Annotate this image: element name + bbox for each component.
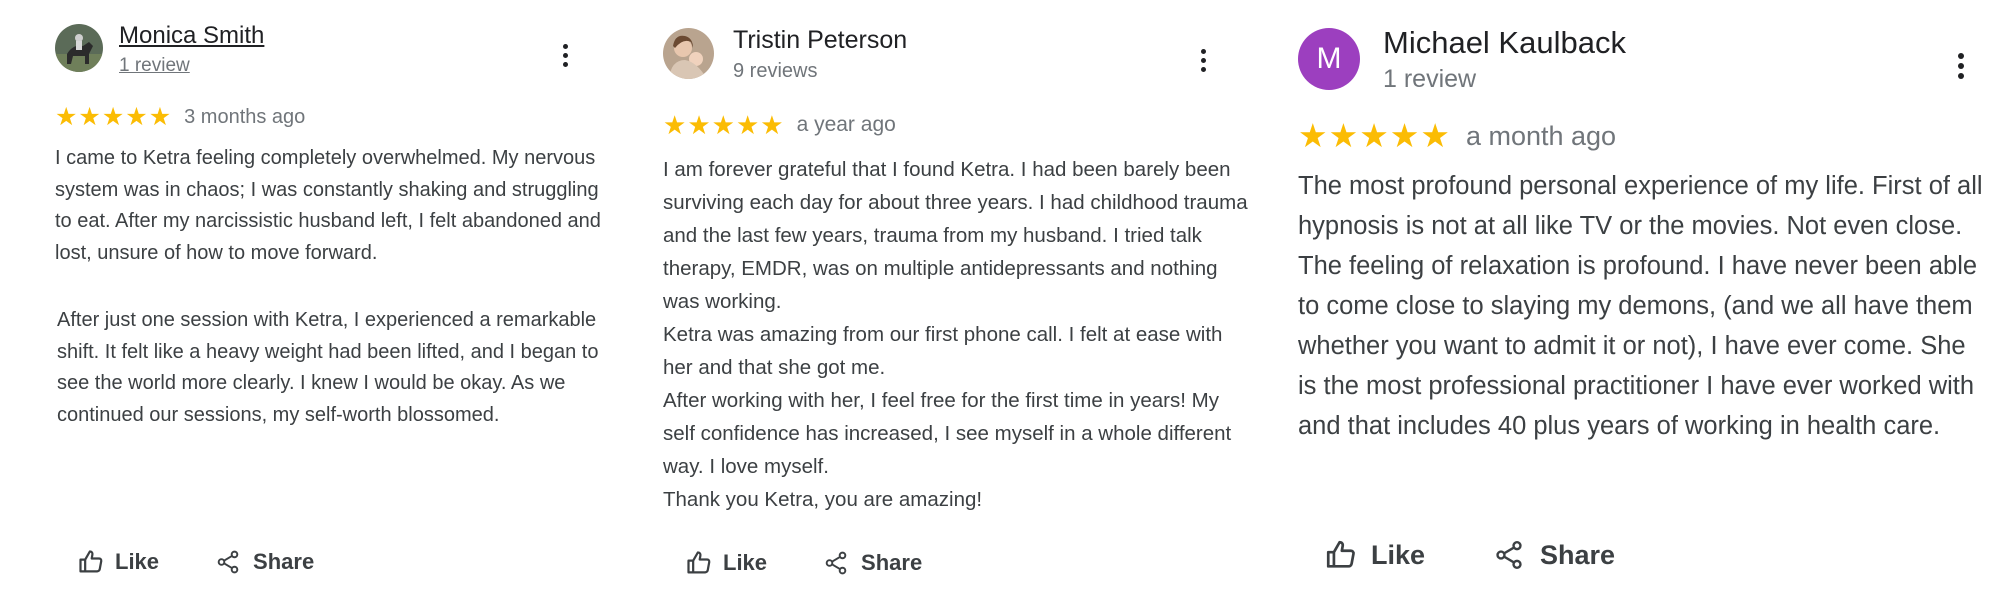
like-label: Like [723,550,768,575]
review-date: a month ago [1465,120,1617,151]
review-actions: Like Share [77,548,314,576]
star-rating: ★ ★ ★ ★ ★ [663,111,785,139]
avatar[interactable] [663,28,714,79]
share-icon [217,550,239,574]
review-meta: ★ ★ ★ ★ ★ a month ago [1298,118,1988,154]
reviewer-review-count[interactable]: 1 review [119,52,264,80]
star-icon: ★ [735,110,760,140]
reviewer-name[interactable]: Monica Smith [119,22,264,50]
star-icon: ★ [125,103,148,131]
review-paragraph: Thank you Ketra, you are amazing! [663,488,983,511]
like-button[interactable]: Like [685,549,767,577]
reviewer-review-count[interactable]: 9 reviews [733,57,907,85]
share-label: Share [253,549,315,574]
reviewer-info: Monica Smith 1 review [119,22,264,80]
review-date: a year ago [796,113,896,136]
star-icon: ★ [1359,117,1389,154]
avatar[interactable] [55,24,103,72]
like-button[interactable]: Like [1324,538,1425,572]
reviewer-name[interactable]: Tristin Peterson [733,26,907,54]
more-vert-icon [1201,49,1206,54]
review-meta: ★ ★ ★ ★ ★ a year ago [663,111,1253,139]
review-header: M Michael Kaulback 1 review [1298,0,1988,96]
star-icon: ★ [1298,117,1328,154]
review-paragraph: I came to Ketra feeling completely overw… [55,147,601,264]
share-label: Share [1540,539,1616,570]
review-text: The most profound personal experience of… [1298,166,1988,446]
like-label: Like [1371,539,1426,570]
star-icon: ★ [1389,117,1420,154]
like-label: Like [115,549,160,574]
share-button[interactable]: Share [1493,539,1615,571]
reviewer-name[interactable]: Michael Kaulback [1383,26,1626,60]
star-icon: ★ [55,103,78,131]
star-icon: ★ [1328,117,1359,154]
star-icon: ★ [1420,117,1450,154]
review-actions: Like Share [685,549,922,577]
review-header: Monica Smith 1 review [55,0,615,80]
review-paragraph: After just one session with Ketra, I exp… [57,309,599,426]
more-options-button[interactable] [563,42,568,69]
share-button[interactable]: Share [823,550,922,576]
review-text: I am forever grateful that I found Ketra… [663,153,1253,516]
thumb-up-icon [687,551,711,574]
share-button[interactable]: Share [215,549,314,575]
review-card-michael-kaulback: M Michael Kaulback 1 review ★ ★ ★ ★ ★ a mont… [1298,0,1988,570]
thumb-up-icon [1326,540,1355,568]
reviewer-info: Tristin Peterson 9 reviews [733,26,907,85]
review-paragraph: After working with her, I feel free for … [663,389,1232,478]
star-icon: ★ [78,103,101,131]
review-header: Tristin Peterson 9 reviews [663,0,1253,85]
more-options-button[interactable] [1958,51,1964,81]
thumb-up-icon [79,550,103,573]
reviewer-info: Michael Kaulback 1 review [1383,26,1626,96]
review-date: 3 months ago [184,105,306,128]
review-actions: Like Share [1324,538,1615,572]
more-options-button[interactable] [1201,47,1206,74]
share-label: Share [861,550,923,575]
avatar[interactable]: M [1298,28,1360,90]
review-paragraph: The most profound personal experience of… [1298,172,1983,440]
review-card-tristin-peterson: Tristin Peterson 9 reviews ★ ★ ★ ★ ★ a year … [663,0,1253,575]
review-card-monica-smith: Monica Smith 1 review ★ ★ ★ ★ ★ 3 months ago… [55,0,615,574]
like-button[interactable]: Like [77,548,159,576]
review-text: I came to Ketra feeling completely overw… [55,143,615,431]
share-icon [1496,541,1522,569]
avatar-letter: M [1316,42,1342,75]
review-meta: ★ ★ ★ ★ ★ 3 months ago [55,103,615,131]
star-icon: ★ [101,103,125,131]
star-icon: ★ [148,103,172,131]
star-icon: ★ [663,110,687,140]
star-rating: ★ ★ ★ ★ ★ [1298,118,1451,154]
star-icon: ★ [760,110,784,140]
star-icon: ★ [687,110,711,140]
reviewer-review-count[interactable]: 1 review [1383,62,1626,96]
review-paragraph: I am forever grateful that I found Ketra… [663,158,1248,313]
share-icon [825,551,847,575]
review-paragraph: Ketra was amazing from our first phone c… [663,323,1223,379]
star-rating: ★ ★ ★ ★ ★ [55,103,172,131]
more-vert-icon [1958,53,1964,59]
more-vert-icon [563,44,568,49]
star-icon: ★ [711,110,735,140]
